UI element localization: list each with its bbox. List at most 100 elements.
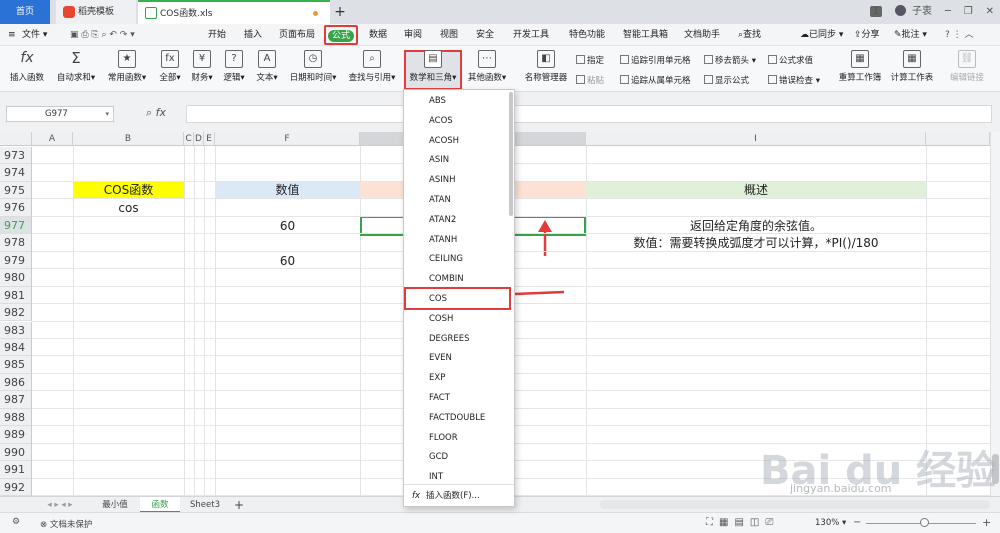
dropdown-item-abs[interactable]: ABS xyxy=(404,92,510,112)
row-header[interactable]: 986 xyxy=(0,373,32,392)
menu-doc-assistant[interactable]: 文档助手 xyxy=(684,24,720,46)
calc-sheet-button[interactable]: ▦ 计算工作表 xyxy=(888,50,936,83)
row-header[interactable]: 979 xyxy=(0,251,32,270)
zoom-level[interactable]: 130% ▾ xyxy=(815,518,846,528)
lookup-functions-button[interactable]: ⌕ 查找与引用▾ xyxy=(345,50,399,83)
recalc-workbook-button[interactable]: ▦ 重算工作簿 xyxy=(836,50,884,83)
quick-access-icons[interactable]: ▣ ⎙ ⎘ ⌕ ↶ ↷ ▾ xyxy=(70,24,135,46)
cell-i975[interactable]: 概述 xyxy=(586,182,926,199)
restore-icon[interactable]: ❐ xyxy=(964,0,973,24)
row-header[interactable]: 983 xyxy=(0,321,32,339)
col-header-d[interactable]: D xyxy=(194,132,204,146)
menu-security[interactable]: 安全 xyxy=(476,24,494,46)
text-functions-button[interactable]: A 文本▾ xyxy=(253,50,281,83)
cell-f975[interactable]: 数值 xyxy=(215,182,360,199)
dropdown-item-degrees[interactable]: DEGREES xyxy=(404,330,510,350)
dropdown-item-exp[interactable]: EXP xyxy=(404,369,510,389)
name-box[interactable]: G977 ▾ xyxy=(6,106,114,122)
add-sheet-button[interactable]: + xyxy=(230,497,248,513)
trace-dependents-button[interactable]: 追踪从属单元格 xyxy=(620,74,691,86)
zoom-search-icon[interactable]: ⌕ xyxy=(146,106,152,119)
specify-button[interactable]: 指定 xyxy=(576,54,604,66)
autosum-button[interactable]: Σ 自动求和▾ xyxy=(54,50,98,83)
workspace-count-badge[interactable]: 1 xyxy=(869,6,883,17)
minimize-icon[interactable]: ─ xyxy=(945,0,951,24)
zoom-out-button[interactable]: − xyxy=(853,517,861,528)
dropdown-item-atan[interactable]: ATAN xyxy=(404,191,510,211)
row-header[interactable]: 975 xyxy=(0,181,32,200)
sheet-tab-function[interactable]: 函数 xyxy=(140,497,180,513)
logic-functions-button[interactable]: ? 逻辑▾ xyxy=(220,50,248,83)
dropdown-item-ceiling[interactable]: CEILING xyxy=(404,250,510,270)
zoom-in-button[interactable]: + xyxy=(982,516,991,529)
menu-data[interactable]: 数据 xyxy=(369,24,387,46)
tab-template[interactable]: 稻壳模板 xyxy=(56,0,136,24)
col-header-next[interactable] xyxy=(926,132,990,146)
row-header[interactable]: 990 xyxy=(0,443,32,462)
menu-view[interactable]: 视图 xyxy=(440,24,458,46)
fx-icon[interactable]: fx xyxy=(156,106,166,119)
row-header[interactable]: 987 xyxy=(0,391,32,409)
row-header[interactable]: 982 xyxy=(0,304,32,322)
dropdown-insert-function[interactable]: fx 插入函数(F)... xyxy=(404,484,514,506)
col-header-f[interactable]: F xyxy=(215,132,360,146)
row-header[interactable]: 992 xyxy=(0,478,32,496)
datetime-functions-button[interactable]: ◷ 日期和时间▾ xyxy=(287,50,339,83)
row-header[interactable]: 973 xyxy=(0,147,32,165)
row-header[interactable]: 977 xyxy=(0,216,32,235)
menu-developer[interactable]: 开发工具 xyxy=(513,24,549,46)
row-header[interactable]: 980 xyxy=(0,269,32,287)
edit-links-button[interactable]: ⛓ 编辑链接 xyxy=(946,50,988,83)
finance-functions-button[interactable]: ¥ 财务▾ xyxy=(188,50,216,83)
dropdown-item-cosh[interactable]: COSH xyxy=(404,310,510,330)
dropdown-item-acos[interactable]: ACOS xyxy=(404,112,510,132)
show-formulas-button[interactable]: 显示公式 xyxy=(704,74,749,86)
row-header[interactable]: 976 xyxy=(0,199,32,217)
search-button[interactable]: ⌕查找 xyxy=(738,24,761,46)
dropdown-item-atan2[interactable]: ATAN2 xyxy=(404,211,510,231)
user-name[interactable]: 子衷 xyxy=(912,0,932,24)
menu-formula[interactable]: 公式 xyxy=(324,25,358,45)
dropdown-item-asin[interactable]: ASIN xyxy=(404,151,510,171)
all-functions-button[interactable]: fx 全部▾ xyxy=(156,50,184,83)
menu-file[interactable]: 文件 ▾ xyxy=(22,24,47,46)
paste-name-button[interactable]: 粘贴 xyxy=(576,74,604,86)
evaluate-formula-button[interactable]: 公式求值 xyxy=(768,54,813,66)
cell-b975[interactable]: COS函数 xyxy=(73,182,184,199)
dropdown-item-acosh[interactable]: ACOSH xyxy=(404,132,510,152)
horizontal-scrollbar[interactable] xyxy=(600,500,990,509)
row-header[interactable]: 989 xyxy=(0,426,32,444)
tab-home[interactable]: 首页 xyxy=(0,0,50,24)
doc-protection-status[interactable]: ⊗ 文档未保护 xyxy=(40,518,92,530)
menu-page-layout[interactable]: 页面布局 xyxy=(279,24,315,46)
dropdown-item-fact[interactable]: FACT xyxy=(404,389,510,409)
dropdown-item-factdouble[interactable]: FACTDOUBLE xyxy=(404,409,510,429)
insert-function-button[interactable]: fx 插入函数 xyxy=(8,50,46,83)
row-header[interactable]: 985 xyxy=(0,356,32,374)
cell-b976[interactable]: cos xyxy=(73,200,184,217)
select-all-corner[interactable] xyxy=(0,132,32,146)
col-header-b[interactable]: B xyxy=(73,132,184,146)
dropdown-item-even[interactable]: EVEN xyxy=(404,349,510,369)
row-header[interactable]: 978 xyxy=(0,234,32,252)
math-trig-button[interactable]: ▤ 数学和三角▾ xyxy=(405,50,461,83)
new-tab-button[interactable]: + xyxy=(332,0,348,24)
col-header-c[interactable]: C xyxy=(184,132,194,146)
help-icons[interactable]: ? ⋮ ︿ xyxy=(945,24,974,46)
menu-special[interactable]: 特色功能 xyxy=(569,24,605,46)
close-icon[interactable]: ✕ xyxy=(986,0,994,24)
menu-start[interactable]: 开始 xyxy=(208,24,226,46)
sync-button[interactable]: ☁已同步 ▾ xyxy=(800,24,843,46)
share-button[interactable]: ⇪分享 xyxy=(854,24,880,46)
remove-arrows-button[interactable]: 移去箭头 ▾ xyxy=(704,54,756,66)
tab-current-file[interactable]: COS函数.xls xyxy=(138,0,330,24)
col-header-i[interactable]: I xyxy=(586,132,926,146)
common-functions-button[interactable]: ★ 常用函数▾ xyxy=(104,50,150,83)
other-functions-button[interactable]: ⋯ 其他函数▾ xyxy=(465,50,509,83)
dropdown-item-atanh[interactable]: ATANH xyxy=(404,231,510,251)
sheet-tab-sheet3[interactable]: Sheet3 xyxy=(182,497,228,513)
row-header[interactable]: 984 xyxy=(0,338,32,357)
row-header[interactable]: 981 xyxy=(0,286,32,305)
menu-insert[interactable]: 插入 xyxy=(244,24,262,46)
dropdown-scrollbar[interactable] xyxy=(509,92,513,216)
